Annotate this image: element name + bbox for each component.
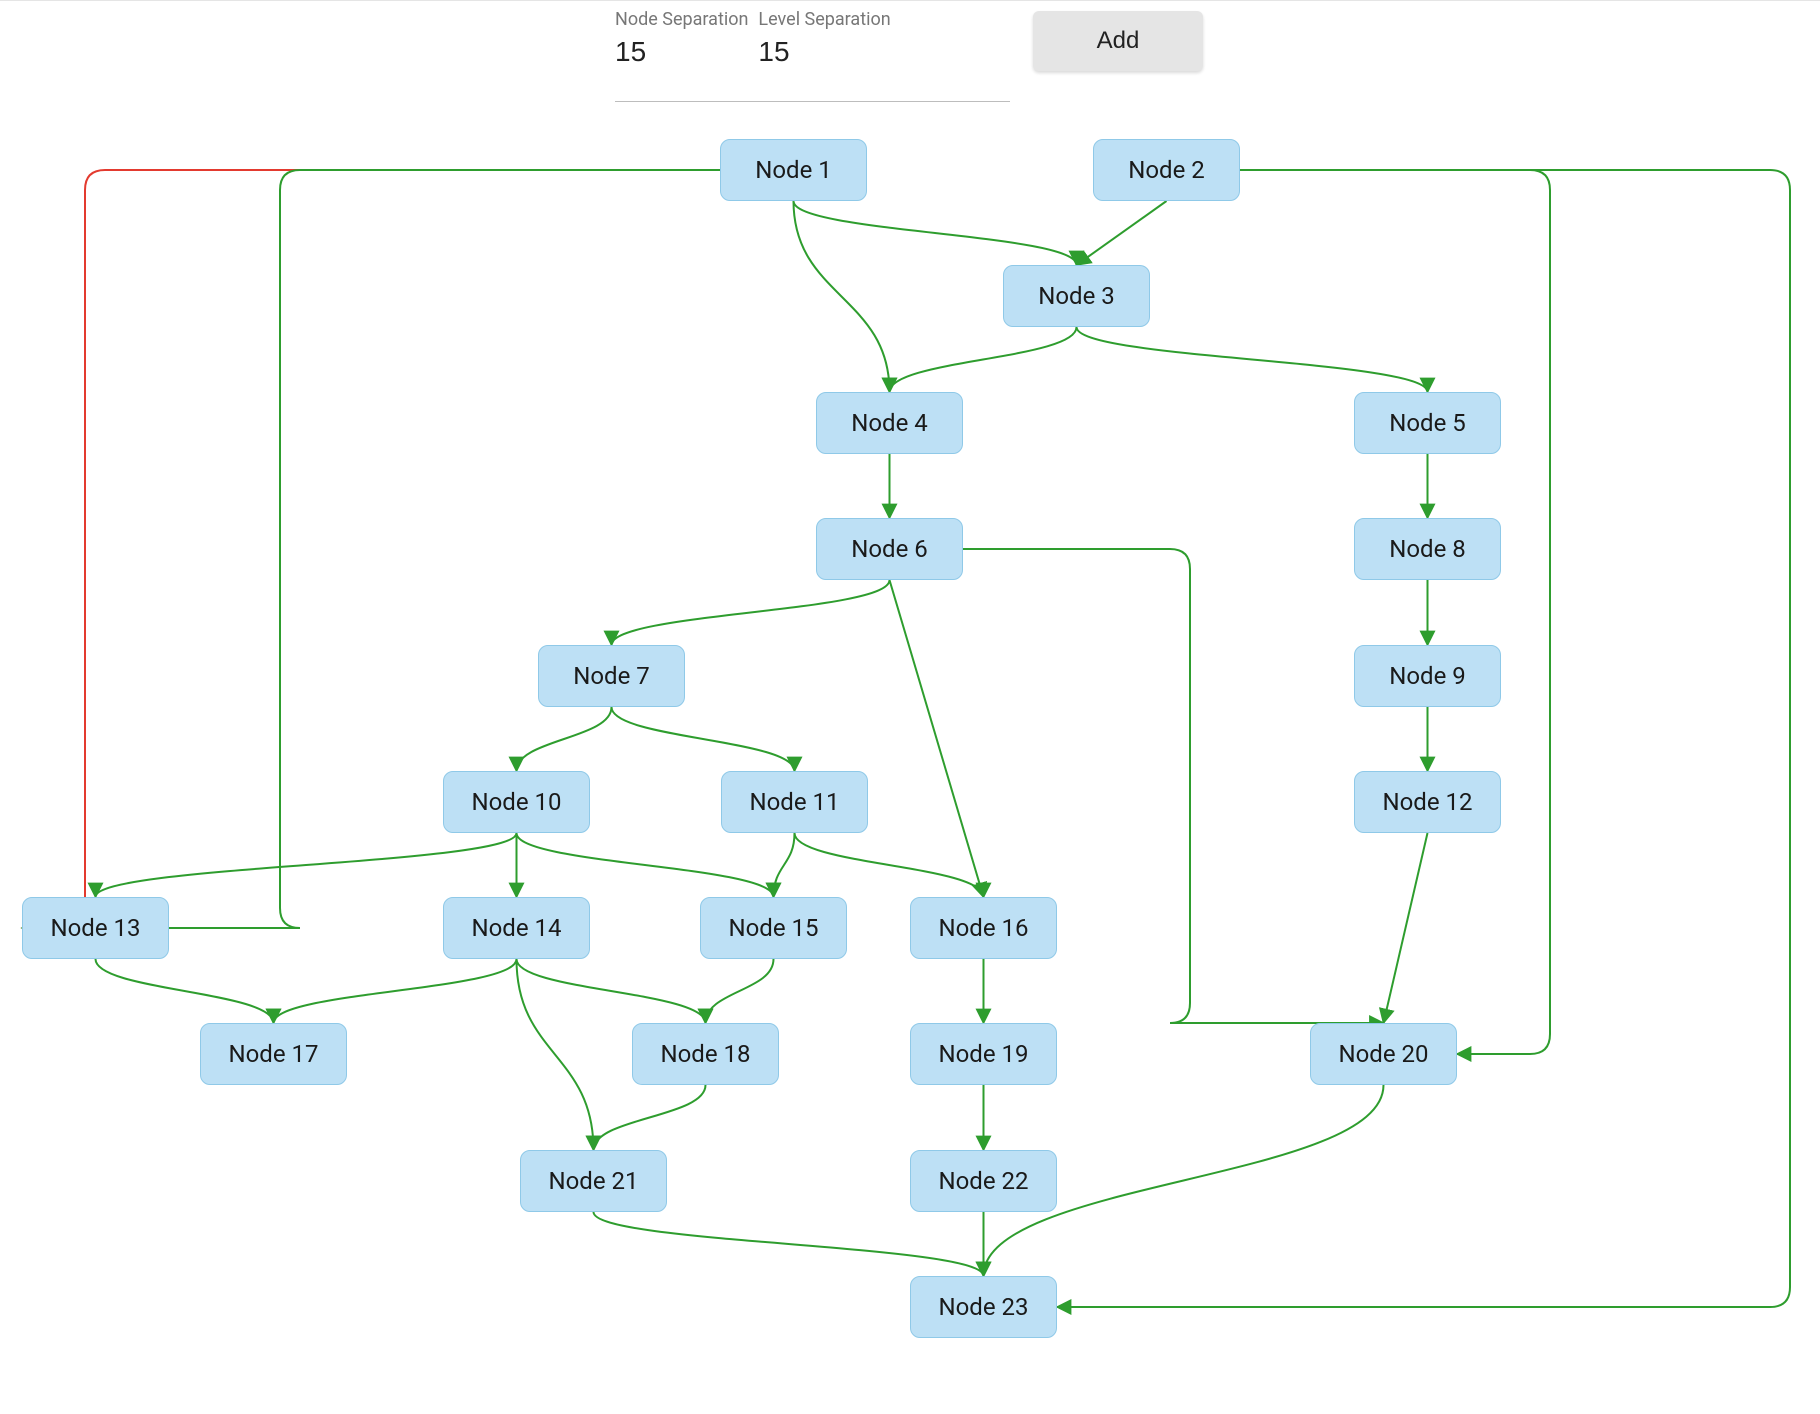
controls-underline bbox=[615, 101, 1010, 102]
node-n19[interactable]: Node 19 bbox=[910, 1023, 1057, 1085]
edge-n1-n3 bbox=[794, 201, 1077, 265]
edge-n18-n21 bbox=[594, 1085, 706, 1150]
node-n22[interactable]: Node 22 bbox=[910, 1150, 1057, 1212]
level-separation-field[interactable]: Level Separation bbox=[758, 9, 948, 68]
node-n15[interactable]: Node 15 bbox=[700, 897, 847, 959]
node-n18[interactable]: Node 18 bbox=[632, 1023, 779, 1085]
node-separation-label: Node Separation bbox=[615, 9, 748, 30]
node-n12[interactable]: Node 12 bbox=[1354, 771, 1501, 833]
node-n8[interactable]: Node 8 bbox=[1354, 518, 1501, 580]
node-n4[interactable]: Node 4 bbox=[816, 392, 963, 454]
edge-n6-n16 bbox=[890, 580, 984, 897]
node-n7[interactable]: Node 7 bbox=[538, 645, 685, 707]
edge-n3-n4 bbox=[890, 327, 1077, 392]
edge-n1-n13 bbox=[22, 170, 720, 928]
node-n2[interactable]: Node 2 bbox=[1093, 139, 1240, 201]
node-n17[interactable]: Node 17 bbox=[200, 1023, 347, 1085]
edge-n6-n7 bbox=[612, 580, 890, 645]
node-separation-field[interactable]: Node Separation bbox=[615, 9, 748, 68]
level-separation-label: Level Separation bbox=[758, 9, 948, 30]
node-separation-input[interactable] bbox=[615, 36, 745, 68]
edge-n14-n21 bbox=[517, 959, 594, 1150]
node-n11[interactable]: Node 11 bbox=[721, 771, 868, 833]
node-n20[interactable]: Node 20 bbox=[1310, 1023, 1457, 1085]
edge-n11-n15 bbox=[774, 833, 795, 897]
edge-n7-n11 bbox=[612, 707, 795, 771]
edge-n14-n17 bbox=[274, 959, 517, 1023]
edge-n2-n23 bbox=[1057, 170, 1790, 1307]
edge-n2-n3 bbox=[1077, 201, 1167, 265]
node-n6[interactable]: Node 6 bbox=[816, 518, 963, 580]
edge-n13-n17 bbox=[96, 959, 274, 1023]
edge-n10-n13 bbox=[96, 833, 517, 897]
node-n21[interactable]: Node 21 bbox=[520, 1150, 667, 1212]
edge-n1-n13 bbox=[22, 170, 720, 928]
edge-n1-n4 bbox=[794, 201, 890, 392]
edge-n2-n20 bbox=[1240, 170, 1550, 1054]
node-n14[interactable]: Node 14 bbox=[443, 897, 590, 959]
node-n16[interactable]: Node 16 bbox=[910, 897, 1057, 959]
edge-n10-n15 bbox=[517, 833, 774, 897]
node-n3[interactable]: Node 3 bbox=[1003, 265, 1150, 327]
edge-n14-n18 bbox=[517, 959, 706, 1023]
add-button[interactable]: Add bbox=[1033, 11, 1203, 71]
node-n23[interactable]: Node 23 bbox=[910, 1276, 1057, 1338]
edge-n12-n20 bbox=[1384, 833, 1428, 1023]
node-n1[interactable]: Node 1 bbox=[720, 139, 867, 201]
controls-bar: Node Separation Level Separation bbox=[615, 9, 958, 68]
edge-n11-n16 bbox=[795, 833, 984, 897]
level-separation-input[interactable] bbox=[758, 36, 888, 68]
node-n10[interactable]: Node 10 bbox=[443, 771, 590, 833]
edge-n7-n10 bbox=[517, 707, 612, 771]
node-n13[interactable]: Node 13 bbox=[22, 897, 169, 959]
diagram-canvas: Node Separation Level Separation Add Nod… bbox=[0, 0, 1820, 1414]
edge-n15-n18 bbox=[706, 959, 774, 1023]
edge-n21-n23 bbox=[594, 1212, 984, 1276]
node-n9[interactable]: Node 9 bbox=[1354, 645, 1501, 707]
edge-n3-n5 bbox=[1077, 327, 1428, 392]
node-n5[interactable]: Node 5 bbox=[1354, 392, 1501, 454]
